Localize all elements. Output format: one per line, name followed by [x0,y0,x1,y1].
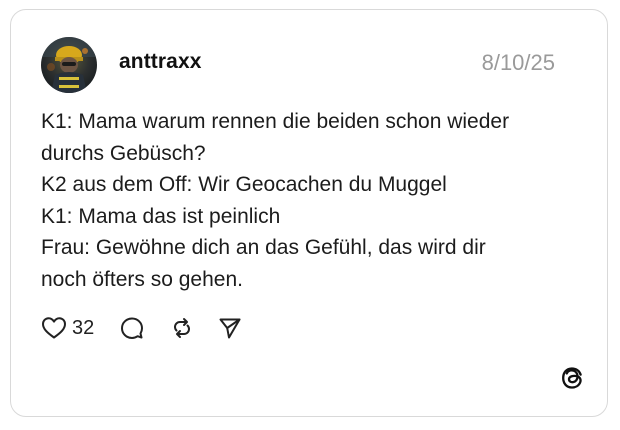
post-text-line: noch öfters so gehen. [41,267,243,291]
post-text-line: Frau: Gewöhne dich an das Gefühl, das wi… [41,236,486,259]
threads-logo-icon[interactable] [559,365,585,391]
post-actions: 32 [41,313,242,343]
heart-icon [42,317,66,339]
post-text-line: K1: Mama das ist peinlich [41,204,281,228]
send-icon [219,318,241,339]
share-button[interactable] [218,316,242,340]
like-count: 32 [72,316,95,339]
avatar-image [41,37,97,93]
repost-button[interactable] [170,316,194,340]
post-text-line: K2 aus dem Off: Wir Geocachen du Muggel [41,173,447,196]
repost-icon [174,318,191,338]
post-text: K1: Mama warum rennen die beiden schon w… [41,106,581,295]
post-date: 8/10/25 [481,50,555,75]
username[interactable]: anttraxx [119,50,202,74]
reply-button[interactable] [120,316,144,340]
avatar[interactable] [41,37,97,93]
speech-bubble-icon [121,317,144,339]
post-text-line: K1: Mama warum rennen die beiden schon w… [41,110,510,133]
post-text-line: durchs Gebüsch? [41,141,206,165]
like-button[interactable]: 32 [41,316,94,340]
post-card: anttraxx 8/10/25 K1: Mama warum rennen d… [10,9,608,417]
